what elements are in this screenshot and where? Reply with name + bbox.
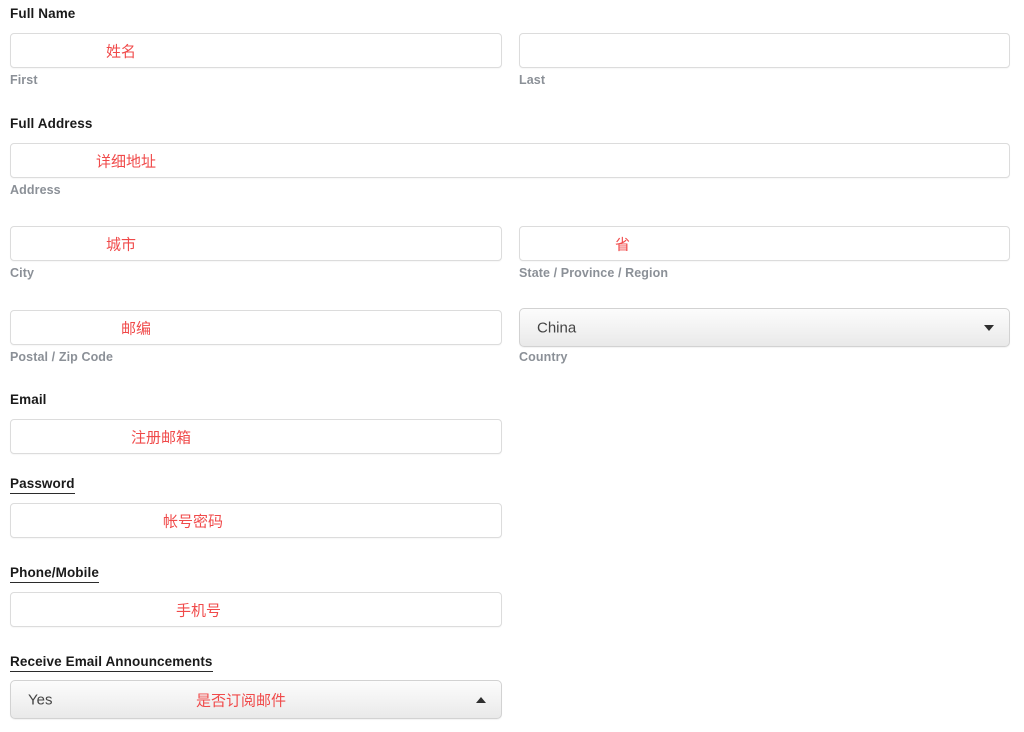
postal-code-input[interactable]: 邮编 (10, 310, 502, 345)
announcements-select[interactable]: Yes 是否订阅邮件 (10, 680, 502, 719)
sub-label-city: City (10, 266, 35, 280)
field-label-text: Full Address (10, 116, 93, 131)
annotation-password: 帐号密码 (163, 512, 224, 530)
last-name-input[interactable] (519, 33, 1010, 68)
field-label-text: Receive Email Announcements (10, 654, 213, 672)
label-phone-mobile: Phone/Mobile (10, 564, 99, 583)
label-email: Email (10, 391, 47, 409)
first-name-input[interactable]: 姓名 (10, 33, 502, 68)
chevron-up-icon (476, 696, 486, 703)
address-input[interactable]: 详细地址 (10, 143, 1010, 178)
city-input[interactable]: 城市 (10, 226, 502, 261)
annotation-city: 城市 (106, 235, 137, 253)
field-label-text: Phone/Mobile (10, 565, 99, 583)
field-label-text: Email (10, 392, 47, 407)
sub-label-last: Last (519, 73, 546, 87)
password-input[interactable]: 帐号密码 (10, 503, 502, 538)
sub-label-country: Country (519, 350, 568, 364)
sub-label-address: Address (10, 183, 61, 197)
country-select-value: China (537, 319, 577, 336)
label-password: Password (10, 475, 75, 494)
annotation-email: 注册邮箱 (131, 428, 192, 446)
country-select[interactable]: China (519, 308, 1010, 347)
label-receive-email-announcements: Receive Email Announcements (10, 653, 213, 672)
chevron-down-icon (984, 324, 994, 331)
label-full-address: Full Address (10, 115, 92, 133)
phone-input[interactable]: 手机号 (10, 592, 502, 627)
field-label-text: Full Name (10, 6, 76, 21)
sub-label-first: First (10, 73, 38, 87)
label-full-name: Full Name (10, 5, 75, 23)
state-input[interactable]: 省 (519, 226, 1010, 261)
annotation-announcements: 是否订阅邮件 (196, 691, 287, 709)
sub-label-postal-code: Postal / Zip Code (10, 350, 114, 364)
email-input[interactable]: 注册邮箱 (10, 419, 502, 454)
annotation-postal-code: 邮编 (121, 319, 152, 337)
annotation-state: 省 (615, 235, 631, 253)
annotation-first-name: 姓名 (106, 42, 137, 60)
sub-label-state: State / Province / Region (519, 266, 669, 280)
field-label-text: Password (10, 476, 75, 494)
registration-form: Full Name 姓名 First Last Full Address 详细地… (0, 0, 1024, 732)
announcements-select-value: Yes (28, 691, 53, 708)
annotation-phone: 手机号 (176, 601, 222, 619)
annotation-address: 详细地址 (96, 152, 157, 170)
